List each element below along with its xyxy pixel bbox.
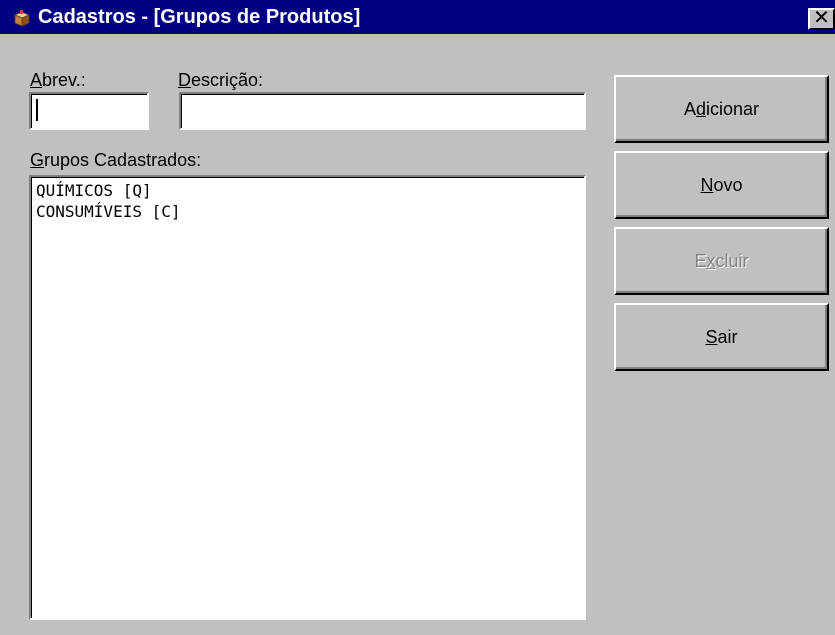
- window-title: Cadastros - [Grupos de Produtos]: [38, 6, 361, 28]
- package-icon: [13, 10, 31, 27]
- excluir-button[interactable]: Excluir: [614, 227, 829, 295]
- grupos-listbox[interactable]: QUÍMICOS [Q] CONSUMÍVEIS [C]: [29, 175, 586, 620]
- descricao-field[interactable]: [179, 92, 586, 130]
- list-item[interactable]: CONSUMÍVEIS [C]: [31, 201, 181, 222]
- novo-label: Novo: [700, 174, 743, 195]
- sair-button[interactable]: Sair: [614, 303, 829, 371]
- novo-button[interactable]: Novo: [614, 151, 829, 219]
- close-icon: ✕: [813, 8, 830, 29]
- grupos-label: Grupos Cadastrados:: [30, 150, 202, 170]
- list-item[interactable]: QUÍMICOS [Q]: [31, 180, 181, 201]
- text-caret: [36, 99, 38, 121]
- title-bar[interactable]: Cadastros - [Grupos de Produtos] ✕: [0, 0, 835, 34]
- abrev-label: Abrev.:: [30, 70, 86, 90]
- cadastros-window: Cadastros - [Grupos de Produtos] ✕ Abrev…: [0, 0, 835, 635]
- close-button[interactable]: ✕: [808, 8, 835, 30]
- sair-label: Sair: [705, 326, 738, 347]
- adicionar-label: Adicionar: [683, 98, 760, 119]
- excluir-label: Excluir: [694, 250, 749, 271]
- adicionar-button[interactable]: Adicionar: [614, 75, 829, 143]
- descricao-label: Descrição:: [178, 70, 264, 90]
- abrev-field[interactable]: [29, 92, 149, 130]
